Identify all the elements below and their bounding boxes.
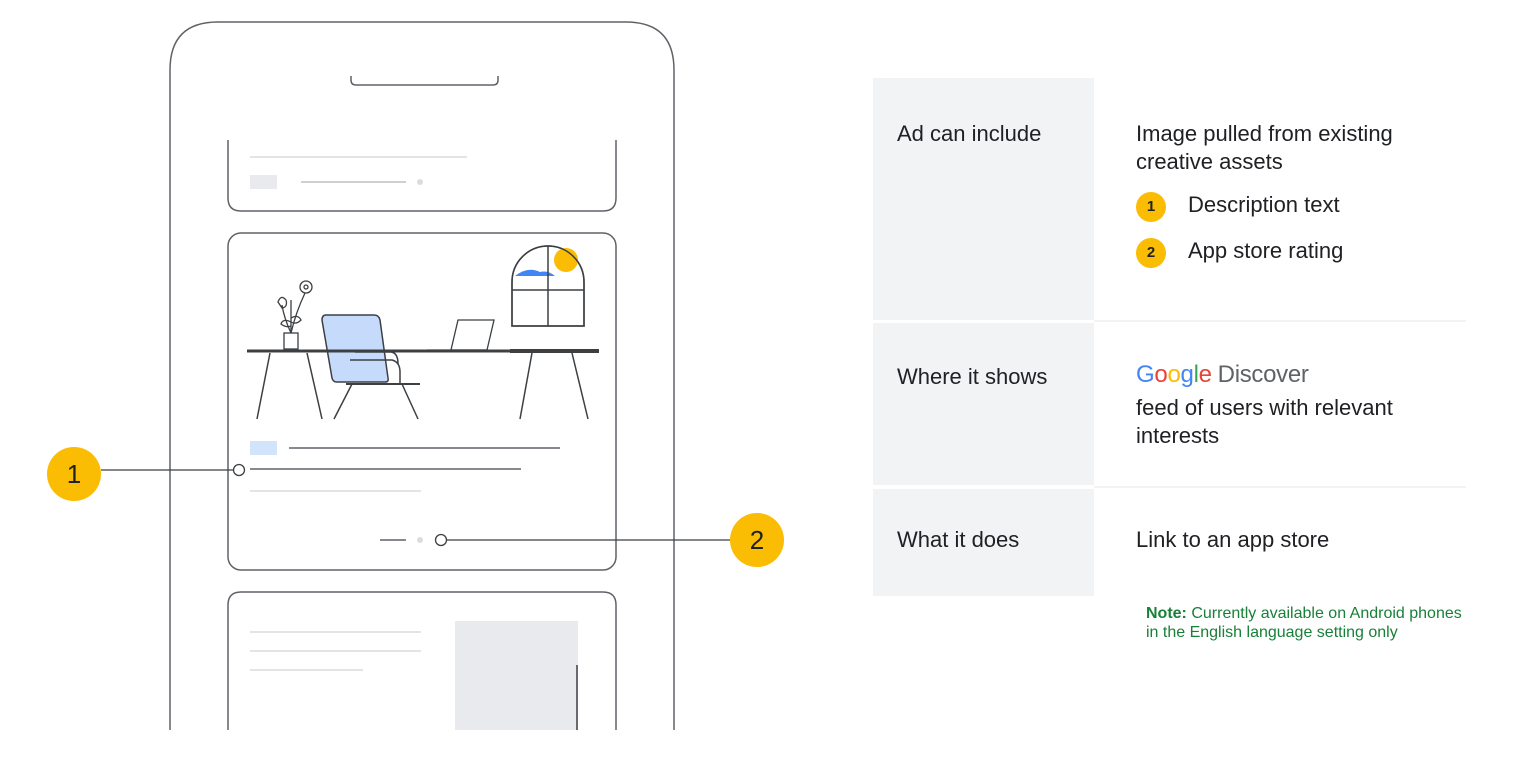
- row-divider: [1094, 320, 1466, 322]
- window-drawing: [511, 245, 585, 327]
- item-app-store-rating: App store rating: [1188, 238, 1344, 263]
- callout-badge-2: 2: [730, 513, 784, 567]
- row-value-line: Image pulled from existing: [1136, 121, 1393, 146]
- row-value-line: interests: [1136, 423, 1220, 448]
- row-value-line: Link to an app store: [1136, 527, 1330, 552]
- note-prefix: Note:: [1146, 605, 1187, 622]
- feed-card-top: [227, 140, 617, 212]
- item-badge-2: 2: [1136, 238, 1166, 268]
- row-label-cell-1: Ad can include: [873, 78, 1094, 320]
- phone-speaker: [350, 76, 499, 86]
- row-divider: [1094, 486, 1466, 488]
- plant-drawing: [277, 280, 313, 350]
- callout-badge-1: 1: [47, 447, 101, 501]
- row-label-cell-3: What it does: [873, 489, 1094, 596]
- row-label-where-it-shows: Where it shows: [897, 364, 1048, 389]
- phone-frame: [169, 21, 675, 730]
- google-discover-logo: Google Discover: [1136, 361, 1309, 388]
- row-label-ad-can-include: Ad can include: [897, 121, 1042, 146]
- item-description-text: Description text: [1188, 192, 1340, 217]
- item-badge-1: 1: [1136, 192, 1166, 222]
- note-text: Currently available on Android phones in…: [1146, 605, 1462, 641]
- row-value-line: feed of users with relevant: [1136, 395, 1393, 420]
- availability-note: Note: Currently available on Android pho…: [1146, 604, 1476, 642]
- laptop-drawing: [427, 319, 495, 351]
- row-label-cell-2: Where it shows: [873, 323, 1094, 485]
- phone-illustration: [101, 21, 730, 730]
- row-label-what-it-does: What it does: [897, 527, 1020, 552]
- desk-drawing: [247, 349, 599, 420]
- row-value-line: creative assets: [1136, 149, 1283, 174]
- chair-drawing: [321, 314, 420, 420]
